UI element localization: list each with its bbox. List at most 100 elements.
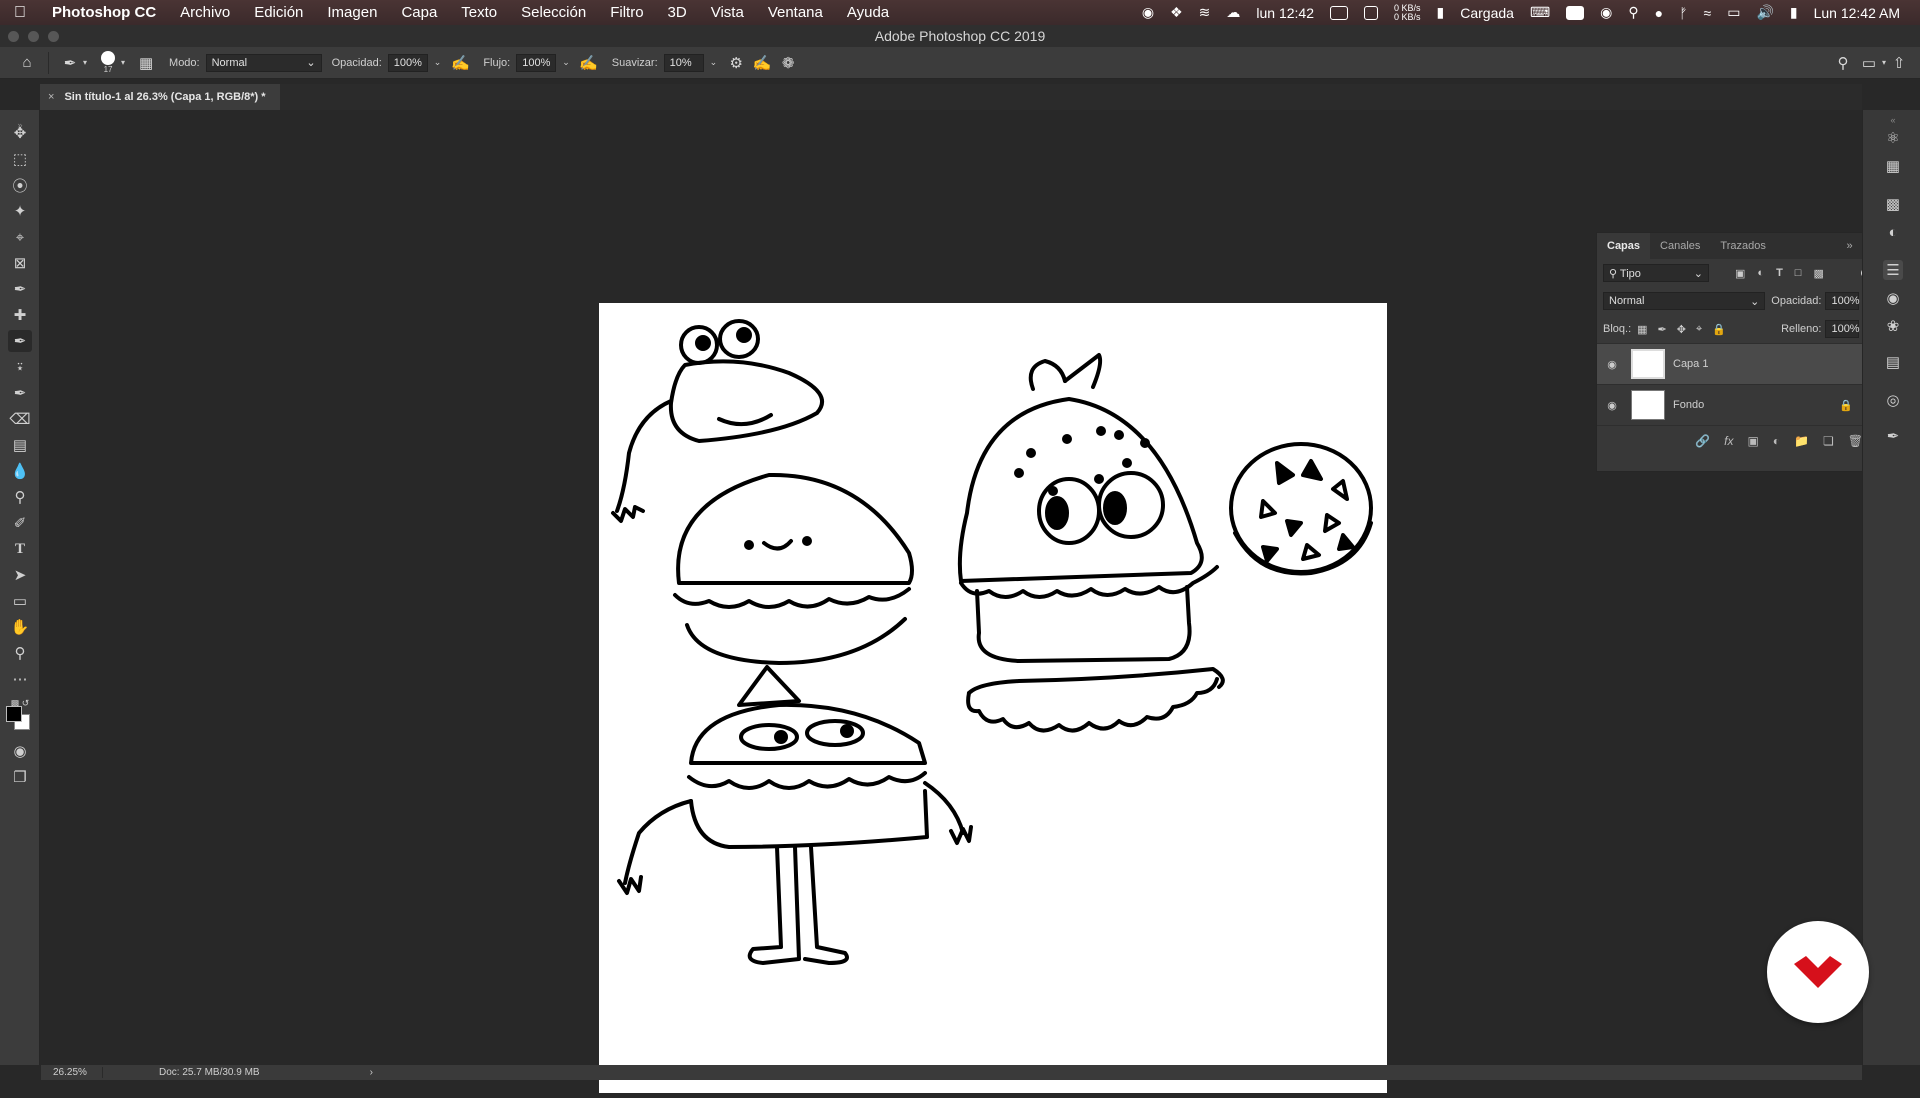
new-layer-icon[interactable]: ❏ [1823,434,1834,448]
memory-meter-icon[interactable] [1364,5,1378,20]
symmetry-icon[interactable]: ❁ [775,50,801,76]
lock-artboard-icon[interactable]: ⌖ [1696,323,1702,336]
brush-tool-icon[interactable]: ✒ [8,330,32,352]
magic-wand-tool-icon[interactable]: ✦ [8,200,32,222]
tab-capas[interactable]: Capas [1597,233,1651,259]
dropbox-icon[interactable]: ❖ [1170,4,1183,21]
menu-filtro[interactable]: Filtro [598,4,655,21]
chevron-down-icon[interactable]: ▾ [83,58,87,67]
type-tool-icon[interactable]: T [8,538,32,560]
hand-tool-icon[interactable]: ✋ [8,616,32,638]
frame-tool-icon[interactable]: ⊠ [8,252,32,274]
menu-3d[interactable]: 3D [656,4,699,21]
menu-archivo[interactable]: Archivo [168,4,242,21]
libraries-icon[interactable]: ▩ [1883,194,1903,214]
dock-expand-icon[interactable]: « [1883,110,1903,130]
brush-settings-icon[interactable]: ▦ [133,50,159,76]
tab-trazados[interactable]: Trazados [1710,233,1775,259]
clone-stamp-tool-icon[interactable]: ⍣ [8,356,32,378]
new-adjustment-layer-icon[interactable]: ◐ [1773,434,1780,448]
smoothing-field[interactable]: 10% [663,53,704,72]
lock-pixels-icon[interactable]: ✒ [1658,323,1667,336]
pressure-size-icon[interactable]: ✍ [749,50,775,76]
history-brush-tool-icon[interactable]: ✒ [8,382,32,404]
battery-status-icon[interactable]: ▮ [1437,4,1445,21]
eyedropper-tool-icon[interactable]: ✒ [8,278,32,300]
adjustments-icon[interactable]: ◐ [1883,222,1903,242]
menu-vista[interactable]: Vista [699,4,756,21]
eraser-tool-icon[interactable]: ⌫ [8,408,32,430]
filter-shape-icon[interactable]: □ [1795,267,1802,280]
layer-row[interactable]: ◉ Fondo 🔒 [1597,384,1877,425]
lock-all-icon[interactable]: 🔒 [1712,323,1726,336]
menu-seleccion[interactable]: Selección [509,4,598,21]
healing-brush-tool-icon[interactable]: ✚ [8,304,32,326]
chevron-down-icon[interactable]: ▾ [121,58,125,67]
document-canvas[interactable] [599,303,1387,1093]
layer-row[interactable]: ◉ Capa 1 [1597,343,1877,384]
menu-ventana[interactable]: Ventana [756,4,835,21]
blend-mode-select[interactable]: Normal ⌄ [1603,292,1766,310]
visibility-eye-icon[interactable]: ◉ [1603,399,1621,412]
screen-mode-icon[interactable]: ❐ [8,766,32,788]
battery-icon[interactable]: ▮ [1790,4,1798,21]
zoom-level[interactable]: 26.25% [41,1067,103,1078]
lock-transparent-icon[interactable]: ▦ [1637,323,1647,336]
layer-style-icon[interactable]: fx [1724,434,1733,448]
channels-icon[interactable]: ◉ [1883,288,1903,308]
new-group-icon[interactable]: 📁 [1794,434,1809,448]
gear-icon[interactable]: ⚙ [723,50,749,76]
menu-capa[interactable]: Capa [389,4,449,21]
crop-tool-icon[interactable]: ⌖ [8,226,32,248]
move-tool-icon[interactable]: ✥ [8,122,32,144]
blur-tool-icon[interactable]: 💧 [8,460,32,482]
lasso-tool-icon[interactable]: ⦿ [8,174,32,196]
menu-app[interactable]: Photoshop CC [40,4,168,21]
document-tab[interactable]: × Sin título-1 al 26.3% (Capa 1, RGB/8*)… [40,84,280,110]
close-window-button[interactable] [8,31,19,42]
apple-icon[interactable]:  [0,4,40,22]
panel-collapse-icon[interactable]: » [1846,240,1852,252]
menu-imagen[interactable]: Imagen [315,4,389,21]
network-meter[interactable]: 0 KB/s 0 KB/s [1394,3,1421,22]
filter-type-icon[interactable]: T [1776,267,1783,280]
workspace-icon[interactable]: ▭ [1856,50,1882,76]
delete-layer-icon[interactable]: 🗑 [1848,434,1863,448]
cpu-meter-icon[interactable] [1330,5,1348,20]
share-icon[interactable]: ⇧ [1886,50,1912,76]
quick-mask-icon[interactable]: ◉ [8,740,32,762]
brush-preset-icon[interactable]: ✒ [57,50,83,76]
eye-menu-icon[interactable]: ◉ [1600,4,1612,21]
airbrush-icon[interactable]: ✍ [576,50,602,76]
record-icon[interactable]: ◉ [1142,4,1154,21]
brush-size-picker[interactable]: 17 [95,51,121,74]
chevron-down-icon[interactable]: ⌄ [434,57,442,68]
layers-icon[interactable]: ☰ [1883,260,1903,280]
opacity-field[interactable]: 100% [387,53,428,72]
siri-icon[interactable]: ● [1655,5,1663,21]
layer-opacity-field[interactable]: 100% [1825,292,1860,310]
menu-texto[interactable]: Texto [449,4,509,21]
marquee-tool-icon[interactable]: ⬚ [8,148,32,170]
foreground-color-swatch[interactable] [6,706,22,722]
filter-smart-object-icon[interactable]: ▩ [1813,267,1823,280]
cast-icon[interactable]: ≋ [1199,4,1211,21]
volume-icon[interactable]: 🔊 [1756,4,1773,21]
display-icon[interactable] [1566,5,1585,20]
learn-icon[interactable]: ⚛ [1883,128,1903,148]
path-selection-tool-icon[interactable]: ➤ [8,564,32,586]
gradient-tool-icon[interactable]: ▤ [8,434,32,456]
document-size[interactable]: Doc: 25.7 MB/30.9 MB [103,1067,260,1078]
pen-tool-icon[interactable]: ✐ [8,512,32,534]
zoom-window-button[interactable] [48,31,59,42]
filter-adjustment-icon[interactable]: ◐ [1757,267,1764,280]
spotlight-icon[interactable]: ⚲ [1628,4,1638,21]
wifi-icon[interactable]: ≈ [1704,5,1712,21]
clock[interactable]: Lun 12:42 AM [1814,5,1900,21]
zoom-tool-icon[interactable]: ⚲ [8,642,32,664]
bluetooth-icon[interactable]: ᚠ [1679,5,1687,21]
mode-select[interactable]: Normal ⌄ [205,53,322,72]
minimize-window-button[interactable] [28,31,39,42]
chevron-down-icon[interactable]: ⌄ [562,57,570,68]
chevron-down-icon[interactable]: ⌄ [710,57,718,68]
